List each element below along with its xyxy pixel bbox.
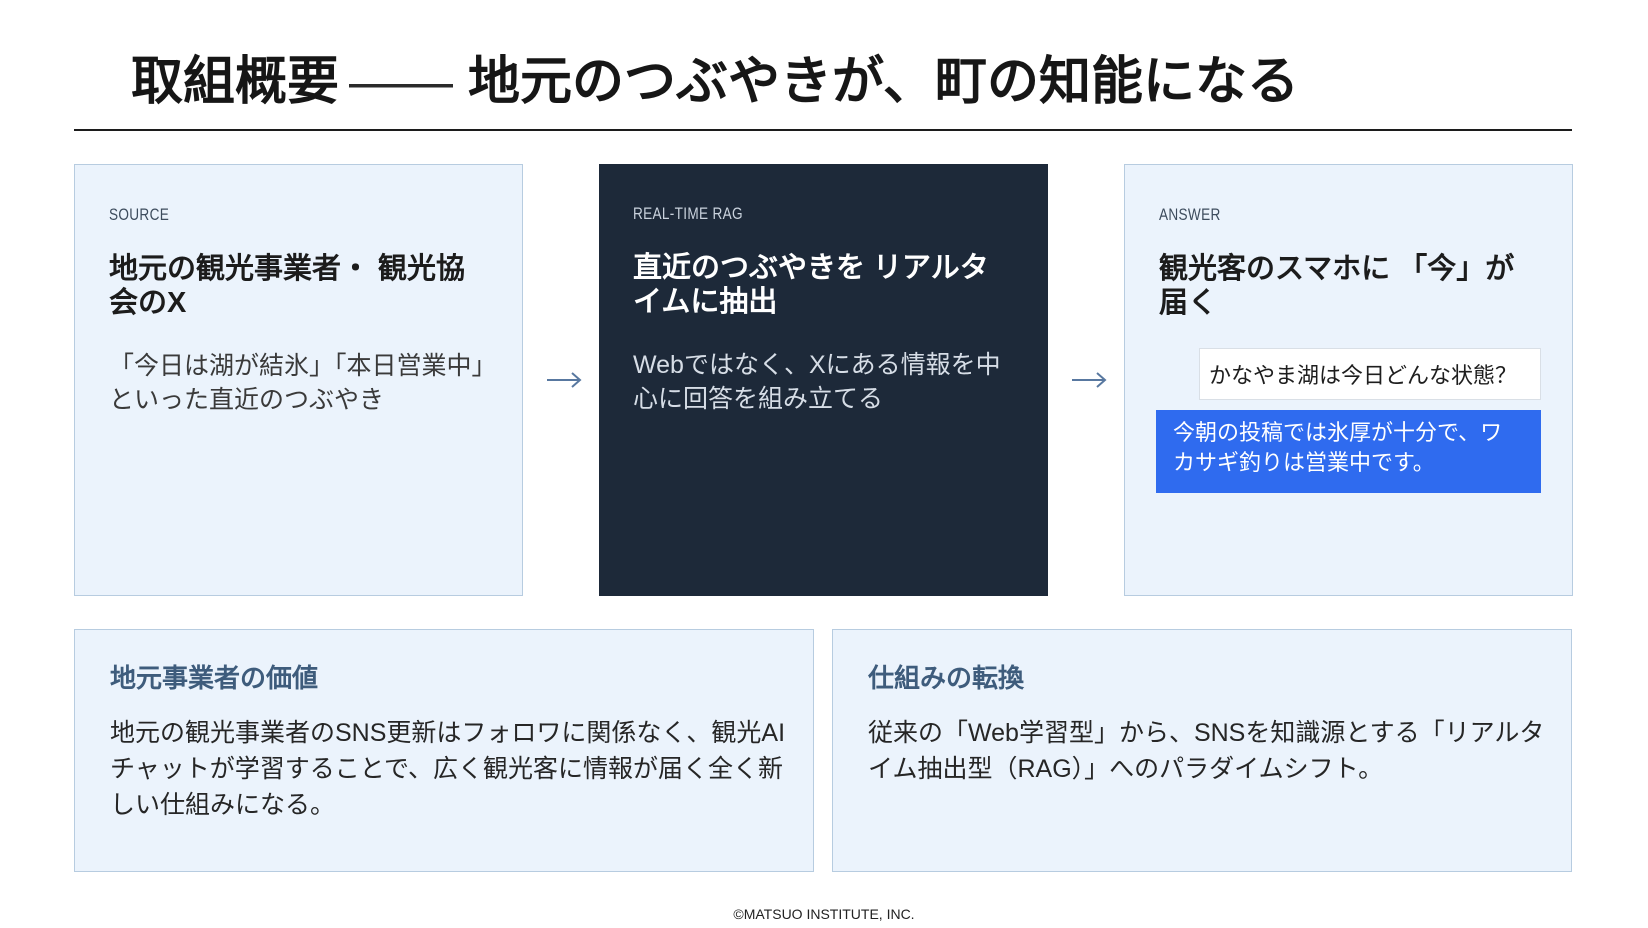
arrow-right-icon xyxy=(547,372,582,388)
chat-answer-text: 今朝の投稿では氷厚が十分で、ワカサギ釣りは営業中です。 xyxy=(1173,420,1503,475)
card-label: SOURCE xyxy=(109,205,170,224)
title-main: 取組概要 xyxy=(131,53,340,111)
chat-question-bubble: かなやま湖は今日どんな状態？ xyxy=(1199,348,1541,400)
chat-question-text: かなやま湖は今日どんな状態？ xyxy=(1209,363,1518,388)
source-card: SOURCE 地元の観光事業者・ 観光協会のX 「今日は湖が結氷」「本日営業中」… xyxy=(74,164,523,596)
panel-body: 従来の「Web学習型」から、SNSを知識源とする「リアルタイム抽出型（RAG）」… xyxy=(868,719,1545,783)
card-body: Webではなく、Xにある情報を中心に回答を組み立てる xyxy=(633,351,1001,413)
panel-heading: 仕組みの転換 xyxy=(868,663,1025,693)
rag-card: REAL-TIME RAG 直近のつぶやきを リアルタイムに抽出 Webではなく… xyxy=(599,164,1048,596)
title-dash: —— xyxy=(349,53,454,111)
panel-body: 地元の観光事業者のSNS更新はフォロワに関係なく、観光AIチャットが学習すること… xyxy=(110,719,786,819)
arrow-right-icon xyxy=(1072,372,1107,388)
title-sub: 地元のつぶやきが、町の知能になる xyxy=(468,53,1299,111)
card-label: REAL-TIME RAG xyxy=(633,204,743,223)
card-label: ANSWER xyxy=(1159,205,1221,224)
card-body: 「今日は湖が結氷」「本日営業中」といった直近のつぶやき xyxy=(109,352,485,414)
chat-answer-bubble: 今朝の投稿では氷厚が十分で、ワカサギ釣りは営業中です。 xyxy=(1156,410,1541,493)
copyright-footer: ©MATSUO INSTITUTE, INC. xyxy=(733,906,915,922)
title-divider xyxy=(74,129,1572,131)
slide-title: 取組概要 —— 地元のつぶやきが、町の知能になる xyxy=(131,52,1299,112)
panel-heading: 地元事業者の価値 xyxy=(110,663,319,693)
answer-card: ANSWER 観光客のスマホに 「今」が届く かなやま湖は今日どんな状態？ 今朝… xyxy=(1124,164,1573,596)
card-heading: 地元の観光事業者・ 観光協会のX xyxy=(109,253,466,319)
shift-panel: 仕組みの転換 従来の「Web学習型」から、SNSを知識源とする「リアルタイム抽出… xyxy=(832,629,1572,872)
value-panel: 地元事業者の価値 地元の観光事業者のSNS更新はフォロワに関係なく、観光AIチャ… xyxy=(74,629,814,872)
card-heading: 観光客のスマホに 「今」が届く xyxy=(1159,253,1515,319)
card-heading: 直近のつぶやきを リアルタイムに抽出 xyxy=(633,252,989,318)
